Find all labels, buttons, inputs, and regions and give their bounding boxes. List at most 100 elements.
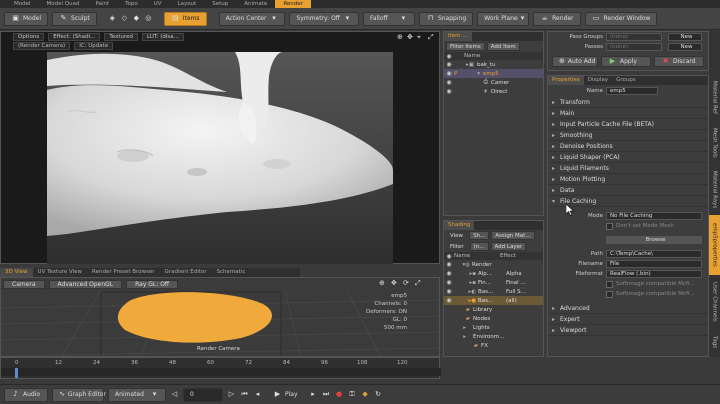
viewport-lut-dropdown[interactable]: LUT: (disa... [142, 32, 184, 41]
fit-icon[interactable]: ⌖ [417, 33, 421, 42]
model-mode-button[interactable]: ▣ Model [4, 11, 49, 26]
3d-camera-dropdown[interactable]: Camera [3, 280, 45, 289]
visibility-eye-icon[interactable]: ◉ [444, 261, 454, 268]
work-plane-dropdown[interactable]: Work Plane ▾ [477, 11, 530, 26]
current-frame-field[interactable]: 0 [183, 387, 223, 402]
shader-row-lights[interactable]: ▸ Lights [444, 323, 543, 332]
shader-row-library[interactable]: ▰ Library [444, 305, 543, 314]
falloff-dropdown[interactable]: Falloff ▾ [362, 11, 415, 26]
layout-tab-uv[interactable]: UV [146, 0, 170, 8]
viewport-effect-dropdown[interactable]: Effect: (Shadi... [48, 32, 101, 41]
visibility-eye-icon[interactable]: ◉ [444, 270, 454, 277]
fluid-render-canvas[interactable] [47, 52, 393, 264]
audio-button[interactable]: ♪ Audio [4, 387, 48, 402]
dont-set-mode-mesh-checkbox[interactable] [606, 222, 613, 230]
shader-row-alpha[interactable]: ◉ ▸▪ Alp... Alpha [444, 269, 543, 278]
section-main[interactable]: ▸ Main [548, 108, 708, 119]
section-liquid-filaments[interactable]: ▸ Liquid Filaments [548, 163, 708, 174]
tab-groups[interactable]: Groups [612, 76, 640, 85]
render-window-button[interactable]: ▭ Render Window [584, 11, 658, 26]
item-row-directional-light[interactable]: ◉ ☀ Direct [444, 87, 543, 96]
visibility-eye-icon[interactable]: ◉ [444, 88, 454, 95]
3d-rotate-icon[interactable]: ⟳ [403, 279, 409, 287]
shader-row-environments[interactable]: ▸ Environm... [444, 332, 543, 341]
action-center-dropdown[interactable]: Action Center ▾ [218, 11, 286, 26]
side-tab-material-rays[interactable]: Material Rays [709, 167, 720, 213]
3d-view-panel[interactable]: Camera Advanced OpenGL Ray GL: Off ⊕ ✥ ⟳… [0, 277, 440, 357]
viewport-textured-dropdown[interactable]: Textured [104, 32, 139, 41]
passes-dropdown[interactable]: (none) [606, 43, 662, 51]
timeline-playhead[interactable] [15, 368, 18, 378]
vertex-mode-icon[interactable]: ◈ [108, 14, 117, 23]
snapping-button[interactable]: ⊓ Snapping [418, 11, 474, 26]
pan-icon[interactable]: ✥ [407, 33, 413, 41]
pass-groups-dropdown[interactable]: (none) [606, 33, 662, 41]
expand-arrow-icon[interactable]: ▸ [444, 334, 466, 340]
shader-row-fx[interactable]: ▰ FX [444, 341, 543, 350]
layout-tab-layout[interactable]: Layout [170, 0, 205, 8]
apply-button[interactable]: ▶ Apply [601, 56, 651, 67]
visibility-eye-icon[interactable]: ◉ [444, 61, 454, 68]
graph-editor-button[interactable]: ∿ Graph Editor [52, 387, 106, 402]
assign-material-button[interactable]: Assign Mat... [491, 231, 535, 240]
layout-tab-topo[interactable]: Topo [117, 0, 146, 8]
side-tab-emp5-properties[interactable]: emp5properties [709, 215, 720, 275]
softimage-checkbox-1[interactable] [606, 280, 613, 288]
visibility-eye-icon[interactable]: ◉ [444, 79, 454, 86]
add-item-button[interactable]: Add Item [486, 42, 520, 51]
render-viewport[interactable]: Options Effect: (Shadi... Textured LUT: … [0, 31, 440, 264]
shading-view-dropdown[interactable]: Sh... [469, 231, 490, 240]
tab-3d-view[interactable]: 3D View [0, 268, 33, 277]
tab-gradient-editor[interactable]: Gradient Editor [160, 268, 212, 277]
auto-add-button[interactable]: ⊕ Auto Add [552, 56, 598, 67]
section-expert[interactable]: ▸ Expert [548, 314, 708, 325]
shader-row-final[interactable]: ◉ ▸▪ Fin... Final ... [444, 278, 543, 287]
zoom-icon[interactable]: ⊕ [397, 33, 403, 41]
shader-row-nodes[interactable]: ▰ Nodes [444, 314, 543, 323]
3d-maximize-icon[interactable]: ⤢ [415, 279, 421, 288]
key-prev-icon[interactable]: ◁ [170, 390, 179, 399]
layout-tab-setup[interactable]: Setup [204, 0, 236, 8]
tab-shading[interactable]: Shading [444, 221, 475, 230]
material-mode-icon[interactable]: ◎ [144, 14, 153, 23]
section-smoothing[interactable]: ▸ Smoothing [548, 130, 708, 141]
section-input-particle-cache[interactable]: ▸ Input Particle Cache File (BETA) [548, 119, 708, 130]
polygon-mode-icon[interactable]: ◆ [132, 14, 141, 23]
shading-filter-dropdown[interactable]: (n... [469, 242, 489, 251]
section-denoise-positions[interactable]: ▸ Denoise Positions [548, 141, 708, 152]
section-liquid-shaper[interactable]: ▸ Liquid Shaper (PCA) [548, 152, 708, 163]
add-layer-button[interactable]: Add Layer [490, 242, 527, 251]
viewport-camera-dropdown[interactable]: (Render Camera) [13, 42, 71, 50]
path-field[interactable]: C:\Temp\Cache\ [606, 250, 702, 258]
tab-schematic[interactable]: Schematic [212, 268, 251, 277]
key-icon[interactable]: ⚿ [348, 390, 357, 399]
layout-tab-paint[interactable]: Paint [87, 0, 117, 8]
3d-pan-icon[interactable]: ✥ [391, 279, 397, 287]
animated-dropdown[interactable]: Animated ▾ [108, 387, 166, 402]
filename-field[interactable]: File [606, 260, 702, 268]
shader-row-render[interactable]: ◉ ▾◍ Render [444, 260, 543, 269]
section-viewport[interactable]: ▸ Viewport [548, 325, 708, 336]
visibility-eye-icon[interactable]: ◉ [444, 279, 454, 286]
sculpt-mode-button[interactable]: ✎ Sculpt [52, 11, 97, 26]
visibility-eye-icon[interactable]: ◉ [444, 297, 454, 304]
filter-items-button[interactable]: Filter Items [446, 42, 485, 51]
timeline[interactable]: 0 12 24 36 48 60 72 84 96 108 120 [0, 357, 441, 379]
edge-mode-icon[interactable]: ◇ [120, 14, 129, 23]
layout-tab-model[interactable]: Model [6, 0, 39, 8]
key-set-icon[interactable]: ◆ [361, 390, 370, 399]
skip-end-icon[interactable]: ⏭ [322, 390, 331, 399]
shader-row-base-shader[interactable]: ◉ ▸◐ Bas... Full S... [444, 287, 543, 296]
section-transform[interactable]: ▸ Transform [548, 97, 708, 108]
section-data[interactable]: ▸ Data [548, 185, 708, 196]
side-tab-tags[interactable]: Tags [709, 329, 720, 355]
tab-properties[interactable]: Properties [548, 76, 584, 85]
item-row-bake[interactable]: ◉ ▸▣ bak_tu [444, 60, 543, 69]
visibility-eye-icon[interactable]: ◉ [444, 288, 454, 295]
layout-tab-animate[interactable]: Animate [236, 0, 275, 8]
expand-arrow-icon[interactable]: ▸▣ [454, 62, 474, 68]
record-icon[interactable]: ● [335, 390, 344, 399]
new-pass-group-button[interactable]: New [668, 33, 702, 41]
viewport-options-button[interactable]: Options [13, 32, 45, 41]
section-advanced[interactable]: ▸ Advanced [548, 303, 708, 314]
